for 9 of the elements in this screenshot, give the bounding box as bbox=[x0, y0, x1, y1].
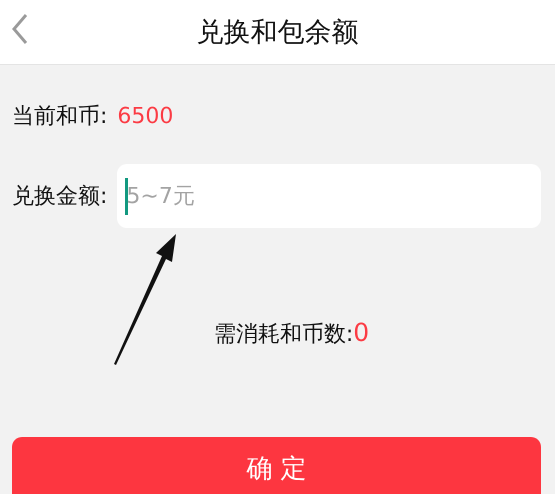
back-icon[interactable] bbox=[10, 13, 30, 45]
cost-label: 需消耗和币数: bbox=[214, 321, 354, 349]
confirm-button[interactable]: 确 定 bbox=[12, 437, 541, 494]
page-title: 兑换和包余额 bbox=[196, 16, 358, 50]
balance-value: 6500 bbox=[117, 104, 174, 128]
balance-label: 当前和币: bbox=[12, 103, 108, 131]
amount-field[interactable]: 5~7元 bbox=[117, 164, 541, 228]
amount-label: 兑换金额: bbox=[12, 183, 108, 211]
cost-value: 0 bbox=[353, 318, 370, 347]
